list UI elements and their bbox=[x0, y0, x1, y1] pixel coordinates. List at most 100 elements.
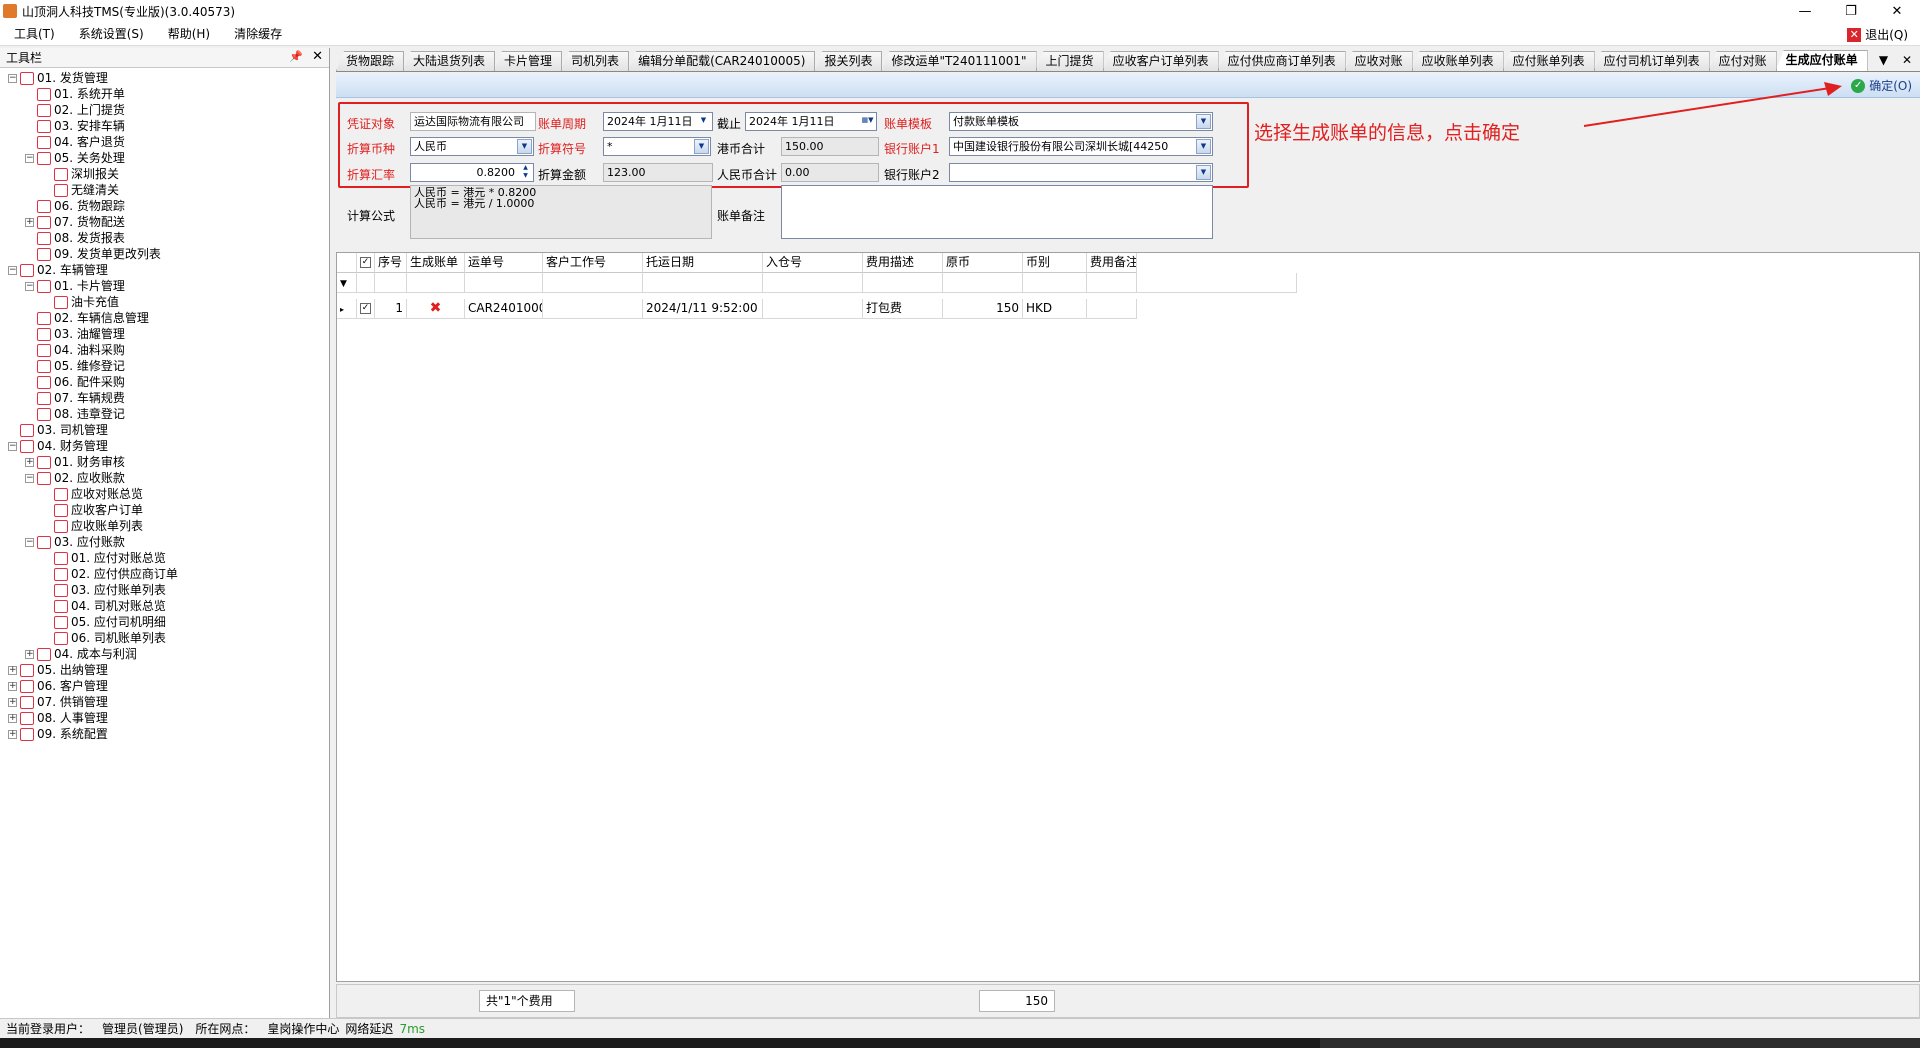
collapse-icon[interactable]: − bbox=[8, 73, 17, 83]
tree-node[interactable]: +08. 人事管理 bbox=[0, 710, 329, 726]
tree-node[interactable]: +07. 供销管理 bbox=[0, 694, 329, 710]
column-header[interactable]: 生成账单 bbox=[407, 253, 465, 273]
expand-icon[interactable]: + bbox=[25, 217, 34, 227]
tree-node[interactable]: − 03. 应付账款 bbox=[0, 534, 329, 550]
collapse-icon[interactable]: − bbox=[8, 441, 17, 451]
tab-15[interactable]: 生成应付账单 bbox=[1775, 50, 1868, 71]
tab-6[interactable]: 修改运单"T240111001" bbox=[881, 51, 1037, 71]
tree-node[interactable]: − 02. 车辆管理 bbox=[0, 262, 329, 278]
close-button[interactable]: ✕ bbox=[1874, 0, 1920, 22]
tree-node[interactable]: 应收客户订单 bbox=[0, 502, 329, 518]
tree-node[interactable]: +06. 客户管理 bbox=[0, 678, 329, 694]
collapse-icon[interactable]: − bbox=[25, 153, 34, 163]
filter-cell[interactable] bbox=[357, 273, 375, 293]
tree-node[interactable]: 08. 发货报表 bbox=[0, 230, 329, 246]
row-checkbox[interactable]: ✓ bbox=[357, 299, 375, 319]
menu-settings[interactable]: 系统设置(S) bbox=[65, 25, 154, 42]
tree-node[interactable]: 06. 货物跟踪 bbox=[0, 198, 329, 214]
expand-icon[interactable]: + bbox=[25, 649, 34, 659]
filter-row[interactable]: ▼ bbox=[337, 273, 1297, 293]
column-header[interactable]: 费用备注 bbox=[1087, 253, 1137, 273]
filter-cell[interactable] bbox=[465, 273, 543, 293]
tab-13[interactable]: 应付司机订单列表 bbox=[1593, 51, 1710, 71]
select-all-checkbox[interactable]: ✓ bbox=[357, 253, 375, 273]
restore-button[interactable]: ❐ bbox=[1828, 0, 1874, 22]
tree-node[interactable]: 01. 系统开单 bbox=[0, 86, 329, 102]
tree-node[interactable]: 02. 车辆信息管理 bbox=[0, 310, 329, 326]
filter-cell[interactable] bbox=[863, 273, 943, 293]
tab-14[interactable]: 应付对账 bbox=[1708, 51, 1777, 71]
tree-node[interactable]: − 02. 应收账款 bbox=[0, 470, 329, 486]
tree-node[interactable]: +07. 货物配送 bbox=[0, 214, 329, 230]
filter-cell[interactable] bbox=[763, 273, 863, 293]
tree-node[interactable]: +04. 成本与利润 bbox=[0, 646, 329, 662]
tab-8[interactable]: 应收客户订单列表 bbox=[1102, 51, 1219, 71]
tab-close-icon[interactable]: ✕ bbox=[1902, 53, 1912, 67]
tab-9[interactable]: 应付供应商订单列表 bbox=[1217, 51, 1346, 71]
expand-icon[interactable]: + bbox=[8, 697, 17, 707]
tree-node[interactable]: 04. 客户退货 bbox=[0, 134, 329, 150]
filter-cell[interactable] bbox=[943, 273, 1023, 293]
collapse-icon[interactable]: − bbox=[25, 537, 34, 547]
tab-10[interactable]: 应收对账 bbox=[1344, 51, 1413, 71]
expand-icon[interactable]: + bbox=[8, 665, 17, 675]
tree-node[interactable]: − 05. 关务处理 bbox=[0, 150, 329, 166]
delete-icon[interactable]: ✖ bbox=[407, 299, 465, 319]
tree-node[interactable]: 09. 发货单更改列表 bbox=[0, 246, 329, 262]
tab-12[interactable]: 应付账单列表 bbox=[1502, 51, 1595, 71]
tree-node[interactable]: − 04. 财务管理 bbox=[0, 438, 329, 454]
tab-11[interactable]: 应收账单列表 bbox=[1411, 51, 1504, 71]
table-row[interactable]: ▸✓1✖CAR24010005 2024/1/11 9:52:00 打包费150HK… bbox=[337, 299, 1137, 319]
filter-cell[interactable] bbox=[543, 273, 643, 293]
column-header[interactable]: 币别 bbox=[1023, 253, 1087, 273]
tab-2[interactable]: 卡片管理 bbox=[494, 51, 563, 71]
tree-node[interactable]: 06. 配件采购 bbox=[0, 374, 329, 390]
column-header[interactable]: 入仓号 bbox=[763, 253, 863, 273]
menu-help[interactable]: 帮助(H) bbox=[154, 25, 220, 42]
tree-node[interactable]: 03. 安排车辆 bbox=[0, 118, 329, 134]
tree-node[interactable]: 03. 油耀管理 bbox=[0, 326, 329, 342]
tree-node[interactable]: 07. 车辆规费 bbox=[0, 390, 329, 406]
menu-clear-cache[interactable]: 清除缓存 bbox=[220, 25, 292, 42]
tree-node[interactable]: − 01. 卡片管理 bbox=[0, 278, 329, 294]
tree-node[interactable]: +01. 财务审核 bbox=[0, 454, 329, 470]
tree-node[interactable]: +09. 系统配置 bbox=[0, 726, 329, 742]
tree-node[interactable]: 02. 上门提货 bbox=[0, 102, 329, 118]
filter-cell[interactable] bbox=[643, 273, 763, 293]
tree-node[interactable]: 02. 应付供应商订单 bbox=[0, 566, 329, 582]
tree-node[interactable]: 04. 司机对账总览 bbox=[0, 598, 329, 614]
collapse-icon[interactable]: − bbox=[25, 281, 34, 291]
expand-icon[interactable]: + bbox=[25, 457, 34, 467]
tab-7[interactable]: 上门提货 bbox=[1035, 51, 1104, 71]
filter-cell[interactable] bbox=[407, 273, 465, 293]
tree-node[interactable]: 03. 司机管理 bbox=[0, 422, 329, 438]
filter-cell[interactable] bbox=[1137, 273, 1297, 293]
column-header[interactable]: 运单号 bbox=[465, 253, 543, 273]
tree-node[interactable]: − 01. 发货管理 bbox=[0, 70, 329, 86]
column-header[interactable]: 托运日期 bbox=[643, 253, 763, 273]
collapse-icon[interactable]: − bbox=[25, 473, 34, 483]
tab-5[interactable]: 报关列表 bbox=[814, 51, 883, 71]
expand-icon[interactable]: + bbox=[8, 681, 17, 691]
tab-4[interactable]: 编辑分单配载(CAR24010005) bbox=[628, 51, 816, 71]
tree-node[interactable]: 03. 应付账单列表 bbox=[0, 582, 329, 598]
filter-cell[interactable] bbox=[375, 273, 407, 293]
column-header[interactable]: 费用描述 bbox=[863, 253, 943, 273]
tree-node[interactable]: 06. 司机账单列表 bbox=[0, 630, 329, 646]
tree-node[interactable]: 深圳报关 bbox=[0, 166, 329, 182]
menu-tools[interactable]: 工具(T) bbox=[0, 25, 65, 42]
tab-1[interactable]: 大陆退货列表 bbox=[403, 51, 496, 71]
exit-button[interactable]: ✕ 退出(Q) bbox=[1847, 26, 1908, 43]
tab-dropdown-icon[interactable]: ▼ bbox=[1879, 53, 1888, 67]
tree-node[interactable]: 05. 应付司机明细 bbox=[0, 614, 329, 630]
pin-icon[interactable]: 📌 bbox=[289, 50, 303, 63]
panel-close-icon[interactable]: ✕ bbox=[312, 49, 323, 64]
tab-3[interactable]: 司机列表 bbox=[561, 51, 630, 71]
tree-node[interactable]: +05. 出纳管理 bbox=[0, 662, 329, 678]
column-header[interactable]: 客户工作号 bbox=[543, 253, 643, 273]
tree-node[interactable]: 08. 违章登记 bbox=[0, 406, 329, 422]
column-header[interactable]: 序号 bbox=[375, 253, 407, 273]
tree-node[interactable]: 05. 维修登记 bbox=[0, 358, 329, 374]
filter-cell[interactable] bbox=[1087, 273, 1137, 293]
minimize-button[interactable]: — bbox=[1782, 0, 1828, 22]
